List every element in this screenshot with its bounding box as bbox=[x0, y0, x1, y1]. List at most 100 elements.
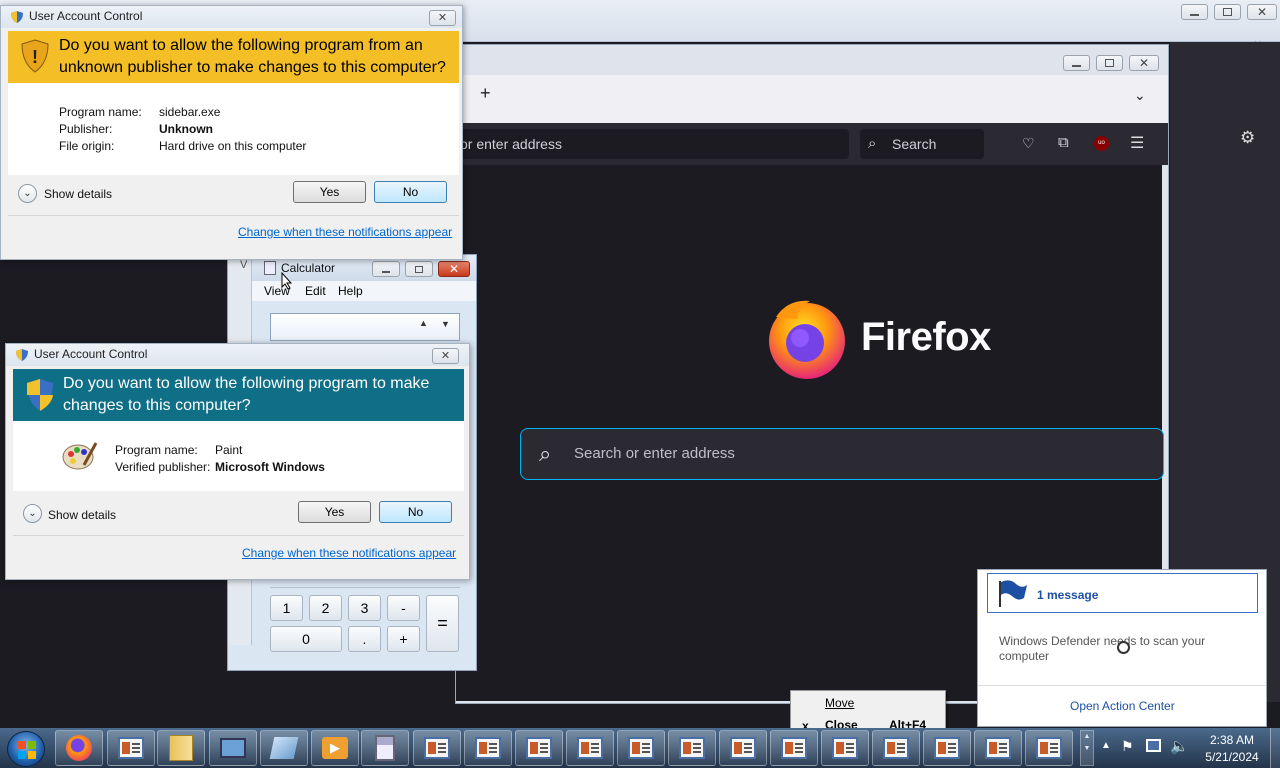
calc-minimize-button[interactable] bbox=[372, 261, 400, 277]
restore-button[interactable] bbox=[1214, 4, 1241, 20]
uac2-title-text: User Account Control bbox=[34, 347, 148, 361]
key-equals[interactable]: = bbox=[426, 595, 459, 652]
calculator-icon bbox=[375, 735, 395, 761]
taskbar-app-7[interactable] bbox=[566, 730, 614, 766]
url-bar[interactable]: or enter address bbox=[456, 129, 849, 159]
clock-date: 5/21/2024 bbox=[1205, 750, 1259, 764]
change-notifications-link[interactable]: Change when these notifications appear bbox=[238, 225, 452, 239]
key-minus[interactable]: - bbox=[387, 595, 420, 621]
taskbar-app-3[interactable] bbox=[260, 730, 308, 766]
notification-header[interactable]: 1 message bbox=[987, 573, 1258, 613]
close-button[interactable]: ✕ bbox=[1247, 4, 1277, 20]
ff-close-button[interactable]: ✕ bbox=[1129, 55, 1159, 71]
history-down-icon[interactable]: ▼ bbox=[441, 319, 450, 329]
minimize-icon bbox=[1190, 14, 1199, 16]
history-up-icon[interactable]: ▲ bbox=[419, 318, 428, 328]
document-icon bbox=[883, 737, 909, 759]
taskbar-firefox[interactable] bbox=[55, 730, 103, 766]
uac2-yes-button[interactable]: Yes bbox=[298, 501, 371, 523]
taskbar-app-11[interactable] bbox=[770, 730, 818, 766]
menu-help[interactable]: Help bbox=[338, 284, 363, 298]
folder-icon bbox=[169, 735, 193, 761]
action-center-flag-icon bbox=[996, 578, 1028, 611]
taskbar-app-12[interactable] bbox=[821, 730, 869, 766]
tab-strip: + ⌄ bbox=[456, 75, 1168, 123]
pocket-icon[interactable]: ♡ bbox=[1022, 135, 1035, 152]
taskbar-scroll-arrows[interactable]: ▲ ▼ bbox=[1080, 730, 1094, 766]
program-name-label: Program name: bbox=[115, 443, 198, 457]
show-details-chevron-icon[interactable]: ⌄ bbox=[18, 184, 37, 203]
uac2-change-notifications-link[interactable]: Change when these notifications appear bbox=[242, 546, 456, 560]
open-action-center-link[interactable]: Open Action Center bbox=[1070, 699, 1175, 713]
key-1[interactable]: 1 bbox=[270, 595, 303, 621]
firefox-logo-icon bbox=[769, 300, 845, 379]
calc-close-button[interactable]: ✕ bbox=[438, 261, 470, 277]
newtab-search-input[interactable]: ⌕ Search or enter address bbox=[520, 428, 1164, 480]
ff-restore-button[interactable] bbox=[1096, 55, 1123, 71]
divider bbox=[8, 215, 459, 216]
uac-yes-button[interactable]: Yes bbox=[293, 181, 366, 203]
volume-muted-icon[interactable]: 🔈 bbox=[1170, 737, 1189, 755]
taskbar-app-14[interactable] bbox=[923, 730, 971, 766]
system-clock[interactable]: 2:38 AM 5/21/2024 bbox=[1196, 732, 1268, 766]
restore-icon bbox=[1105, 59, 1114, 67]
taskbar-calculator[interactable] bbox=[361, 730, 409, 766]
key-plus[interactable]: + bbox=[387, 626, 420, 652]
key-3[interactable]: 3 bbox=[348, 595, 381, 621]
document-icon bbox=[985, 737, 1011, 759]
menu-edit[interactable]: Edit bbox=[305, 284, 326, 298]
windows-logo-icon bbox=[18, 741, 36, 759]
taskbar-app-4[interactable] bbox=[413, 730, 461, 766]
taskbar-app-5[interactable] bbox=[464, 730, 512, 766]
settings-gear-icon[interactable]: ⚙ bbox=[1240, 128, 1255, 148]
taskbar-app-1[interactable] bbox=[107, 730, 155, 766]
show-details-chevron-icon[interactable]: ⌄ bbox=[23, 504, 42, 523]
uac2-titlebar: User Account Control ✕ bbox=[6, 344, 469, 366]
divider bbox=[978, 685, 1266, 686]
list-all-tabs-icon[interactable]: ⌄ bbox=[1134, 87, 1146, 104]
search-bar-label: Search bbox=[892, 136, 937, 152]
uac-close-button[interactable]: ✕ bbox=[429, 10, 456, 26]
key-decimal[interactable]: . bbox=[348, 626, 381, 652]
taskbar-media[interactable]: ▶ bbox=[311, 730, 359, 766]
uac-warning-banner: ! Do you want to allow the following pro… bbox=[8, 31, 459, 83]
maximize-icon bbox=[415, 265, 423, 273]
minimize-button[interactable] bbox=[1181, 4, 1208, 20]
key-2[interactable]: 2 bbox=[309, 595, 342, 621]
taskbar-app-13[interactable] bbox=[872, 730, 920, 766]
taskbar-explorer[interactable] bbox=[157, 730, 205, 766]
uac-title-text: User Account Control bbox=[29, 9, 143, 23]
menu-move[interactable]: Move bbox=[825, 696, 854, 710]
show-details-link[interactable]: Show details bbox=[44, 187, 112, 201]
taskbar-app-2[interactable] bbox=[209, 730, 257, 766]
show-desktop-button[interactable] bbox=[1270, 728, 1280, 768]
taskbar-app-6[interactable] bbox=[515, 730, 563, 766]
action-center-flag-tray-icon[interactable]: ⚑ bbox=[1121, 738, 1134, 755]
taskbar-app-16[interactable] bbox=[1025, 730, 1073, 766]
taskbar-app-8[interactable] bbox=[617, 730, 665, 766]
extensions-icon[interactable]: ⧉ bbox=[1058, 134, 1069, 151]
show-hidden-icons-icon[interactable]: ▲ bbox=[1101, 740, 1111, 751]
calc-maximize-button[interactable] bbox=[405, 261, 433, 277]
start-button[interactable] bbox=[7, 731, 45, 767]
uac2-close-button[interactable]: ✕ bbox=[432, 348, 459, 364]
ublock-icon[interactable]: uo bbox=[1094, 136, 1109, 151]
network-icon[interactable] bbox=[1146, 739, 1161, 752]
taskbar-app-9[interactable] bbox=[668, 730, 716, 766]
uac-shield-small-icon bbox=[10, 10, 24, 24]
document-icon bbox=[526, 737, 552, 759]
close-icon: ✕ bbox=[1138, 56, 1150, 70]
ff-minimize-button[interactable] bbox=[1063, 55, 1090, 71]
taskbar-app-15[interactable] bbox=[974, 730, 1022, 766]
search-bar[interactable]: ⌕ Search bbox=[860, 129, 984, 159]
search-icon: ⌕ bbox=[539, 441, 552, 466]
notification-message[interactable]: Windows Defender needs to scan your comp… bbox=[999, 634, 1229, 664]
taskbar-app-10[interactable] bbox=[719, 730, 767, 766]
app-menu-icon[interactable]: ☰ bbox=[1130, 133, 1144, 153]
uac2-show-details-link[interactable]: Show details bbox=[48, 508, 116, 522]
uac2-no-button[interactable]: No bbox=[379, 501, 452, 523]
uac2-banner: Do you want to allow the following progr… bbox=[13, 369, 464, 421]
uac-no-button[interactable]: No bbox=[374, 181, 447, 203]
key-0[interactable]: 0 bbox=[270, 626, 342, 652]
new-tab-button[interactable]: + bbox=[480, 83, 491, 104]
